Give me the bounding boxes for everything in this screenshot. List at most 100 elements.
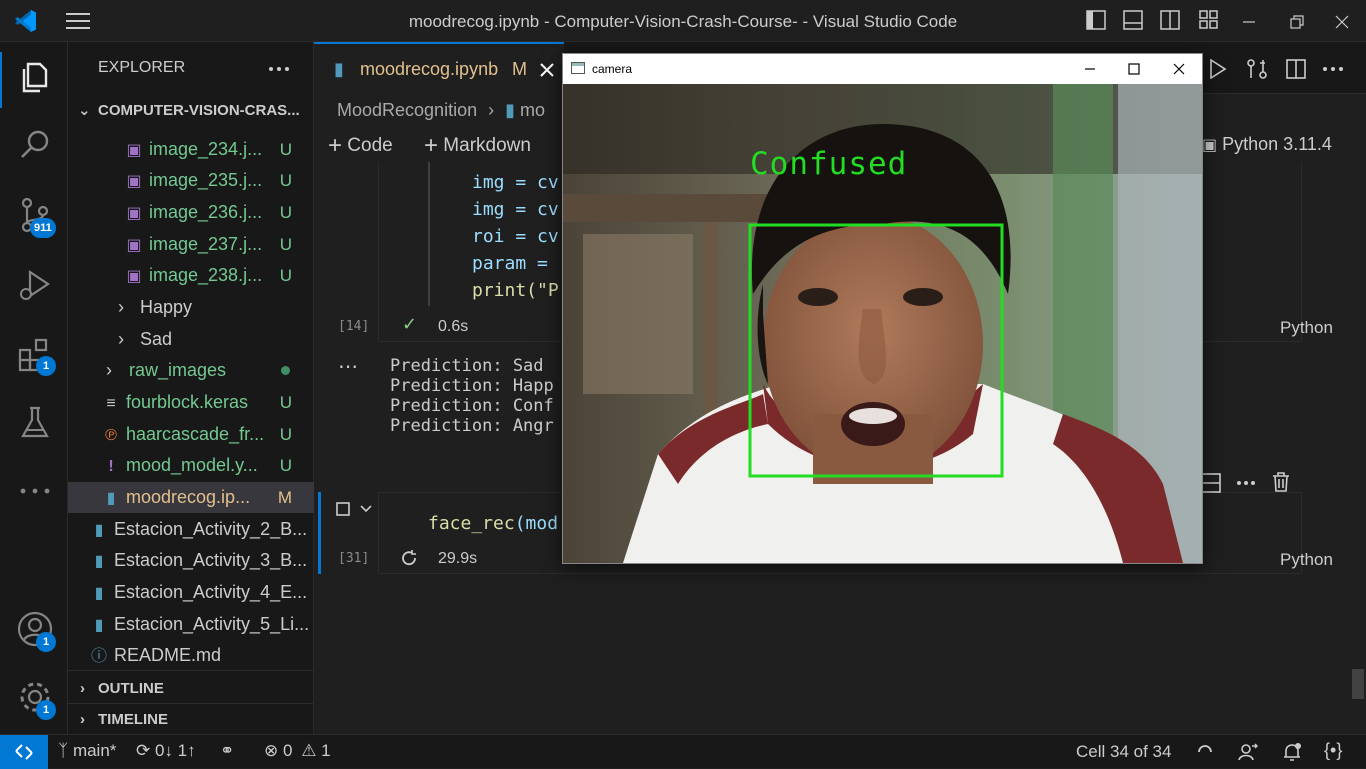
problems-button[interactable]: ⊗ 0 ⚠ 1 (264, 741, 331, 761)
file-item[interactable]: ⓘ README.md (68, 640, 314, 671)
notebook-file-icon: ▮ (94, 585, 104, 602)
tab-label: moodrecog.ipynb (360, 59, 499, 79)
file-label: image_237.j... (149, 234, 263, 254)
editor-more-icon[interactable] (1322, 66, 1344, 72)
code-line: roi = cv (472, 226, 559, 247)
add-markdown-button[interactable]: + Markdown (424, 132, 531, 160)
branch-button[interactable]: ᛉ main* (58, 741, 116, 761)
sync-button[interactable]: ⟳ 0↓ 1↑ (136, 741, 196, 761)
timeline-label: TIMELINE (98, 711, 168, 728)
bell-icon[interactable] (1282, 742, 1302, 762)
camera-window[interactable]: camera Confused (562, 53, 1203, 564)
code-line: param = (472, 253, 559, 274)
json-braces-icon[interactable]: {•} (1324, 740, 1342, 761)
breadcrumb: MoodRecognition › ▮ mo (337, 100, 545, 121)
more-views-button[interactable] (14, 470, 56, 512)
branch-label: main* (72, 741, 117, 760)
search-button[interactable] (14, 124, 56, 166)
ports-button[interactable]: ⚭ (220, 741, 234, 761)
source-control-button[interactable]: 911 (14, 194, 56, 238)
cell-more-icon[interactable] (1236, 480, 1256, 486)
loading-icon (1198, 745, 1212, 753)
customize-layout-icon[interactable] (1199, 10, 1219, 30)
file-label: moodrecog.ip... (126, 487, 251, 507)
divider (68, 670, 314, 671)
timeline-section[interactable]: › TIMELINE (68, 704, 314, 735)
toggle-sidebar-icon[interactable] (1086, 10, 1106, 30)
file-item[interactable]: ▮ Estacion_Activity_3_B... (68, 545, 314, 576)
remote-button[interactable] (0, 735, 48, 769)
image-file-icon: ▣ (126, 237, 142, 254)
untracked-dot (281, 366, 290, 375)
chevron-right-icon: › (118, 297, 124, 317)
file-label: image_235.j... (149, 170, 263, 190)
file-item[interactable]: ≡ fourblock.keras U (68, 387, 314, 418)
chevron-down-icon[interactable] (359, 504, 373, 514)
trash-icon[interactable] (1272, 472, 1290, 492)
tab-moodrecog[interactable]: ▮ moodrecog.ipynb M (314, 42, 564, 94)
minimize-icon[interactable] (1241, 14, 1257, 30)
toggle-secondary-sidebar-icon[interactable] (1160, 10, 1180, 30)
files-icon (22, 62, 48, 93)
folder-label: raw_images (129, 360, 227, 380)
stop-icon[interactable] (336, 502, 350, 516)
plus-icon: + (424, 132, 439, 159)
file-item[interactable]: ▣ image_238.j... U (68, 260, 314, 291)
run-debug-button[interactable] (14, 264, 56, 306)
running-spinner-icon (402, 550, 416, 566)
file-item[interactable]: ▣ image_237.j... U (68, 229, 314, 260)
file-item[interactable]: ▮ Estacion_Activity_5_Li... (68, 609, 314, 640)
restore-icon[interactable] (1289, 14, 1305, 30)
file-item[interactable]: ! mood_model.y... U (68, 450, 314, 481)
file-label: README.md (114, 645, 222, 665)
outline-section[interactable]: › OUTLINE (68, 673, 314, 704)
split-editor-icon[interactable] (1285, 58, 1307, 80)
file-item[interactable]: ▣ image_234.j... U (68, 134, 314, 165)
image-file-icon: ▣ (126, 142, 142, 159)
explorer-button[interactable] (14, 56, 56, 98)
split-cell-icon[interactable] (1201, 473, 1221, 493)
cell-indicator[interactable]: Cell 34 of 34 (1076, 742, 1171, 762)
live-share-icon[interactable] (1238, 742, 1258, 762)
extensions-badge: 1 (36, 356, 56, 376)
file-status: U (279, 393, 292, 412)
camera-title: camera (592, 62, 633, 76)
run-all-icon[interactable] (1209, 59, 1227, 79)
file-item[interactable]: ▮ Estacion_Activity_2_B... (68, 514, 314, 545)
accounts-button[interactable]: 1 (14, 608, 56, 652)
breadcrumb-file[interactable]: mo (520, 100, 545, 120)
folder-item-sad[interactable]: › Sad (68, 324, 314, 355)
close-window-icon[interactable] (1334, 14, 1350, 30)
extensions-button[interactable]: 1 (14, 334, 56, 376)
notebook-file-icon: ▮ (94, 617, 104, 634)
kernel-picker[interactable]: ▣ Python 3.11.4 (1202, 134, 1332, 155)
cell-language[interactable]: Python (1280, 318, 1333, 338)
file-item[interactable]: ▣ image_236.j... U (68, 197, 314, 228)
file-item[interactable]: ℗ haarcascade_fr... U (68, 419, 314, 450)
kernel-label: Python 3.11.4 (1222, 134, 1332, 154)
title-bar: moodrecog.ipynb - Computer-Vision-Crash-… (0, 0, 1366, 42)
compare-changes-icon[interactable] (1246, 58, 1268, 80)
file-item[interactable]: ▮ Estacion_Activity_4_E... (68, 577, 314, 608)
camera-title-bar[interactable]: camera (563, 54, 1202, 84)
breadcrumb-folder[interactable]: MoodRecognition (337, 100, 477, 120)
testing-button[interactable] (14, 402, 56, 444)
add-code-button[interactable]: + Code (328, 132, 393, 160)
folder-item-raw-images[interactable]: › raw_images (68, 355, 314, 386)
add-code-label: Code (347, 135, 393, 156)
folder-item-happy[interactable]: › Happy (68, 292, 314, 323)
manage-button[interactable]: 1 (14, 676, 56, 720)
maximize-icon[interactable] (1127, 62, 1141, 76)
minimize-icon[interactable] (1083, 62, 1097, 76)
close-tab-icon[interactable] (540, 63, 554, 77)
image-file-icon: ▣ (126, 268, 142, 285)
file-item[interactable]: ▣ image_235.j... U (68, 165, 314, 196)
explorer-more-icon[interactable] (268, 66, 290, 72)
toggle-panel-icon[interactable] (1123, 10, 1143, 30)
close-icon[interactable] (1172, 62, 1186, 76)
workspace-root[interactable]: ⌄ COMPUTER-VISION-CRAS... (68, 95, 314, 126)
output-more-icon[interactable]: ⋯ (338, 354, 359, 379)
cell-language[interactable]: Python (1280, 550, 1333, 570)
editor-scrollbar[interactable] (1352, 669, 1364, 699)
file-item-selected[interactable]: ▮ moodrecog.ip... M (68, 482, 314, 513)
